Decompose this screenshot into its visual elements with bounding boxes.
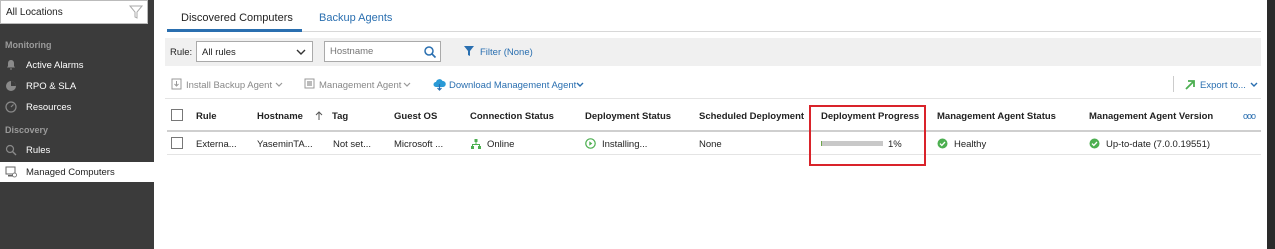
bell-icon (7, 60, 15, 70)
check-circle-icon (937, 138, 948, 149)
sidebar-item-label: Resources (26, 102, 72, 113)
column-header-rule[interactable]: Rule (196, 111, 217, 122)
cell-tag-link[interactable]: Not set... (333, 139, 371, 150)
install-backup-agent-label: Install Backup Agent (186, 80, 273, 91)
network-icon (471, 139, 481, 149)
filter-button[interactable]: Filter (None) (463, 44, 533, 61)
pie-chart-icon (6, 81, 16, 91)
play-circle-icon (585, 138, 596, 149)
chevron-down-icon (1250, 82, 1258, 87)
hostname-input[interactable] (330, 46, 420, 57)
sidebar-item-rpo-sla[interactable]: RPO & SLA (0, 76, 154, 96)
sidebar-item-rules[interactable]: Rules (0, 140, 154, 160)
column-chooser-icon[interactable]: ooo (1243, 111, 1256, 121)
column-header-connection-status[interactable]: Connection Status (470, 111, 554, 122)
window-edge (1267, 0, 1275, 249)
deployment-progress-highlight (809, 105, 926, 166)
column-header-management-agent-status[interactable]: Management Agent Status (937, 111, 1056, 122)
sort-ascending-icon[interactable] (315, 110, 323, 121)
chevron-down-icon (296, 49, 306, 55)
active-tab-indicator (167, 29, 302, 32)
column-header-management-agent-version[interactable]: Management Agent Version (1089, 111, 1213, 122)
filter-label: Filter (None) (480, 47, 533, 58)
chevron-down-icon (576, 82, 584, 87)
rule-label: Rule: (170, 47, 193, 58)
rules-icon (5, 144, 17, 156)
cell-connection-status: Online (487, 139, 515, 150)
download-management-agent-label: Download Management Agent (449, 80, 577, 91)
column-header-tag[interactable]: Tag (332, 111, 348, 122)
header-divider (167, 130, 1261, 132)
tab-discovered-computers[interactable]: Discovered Computers (181, 12, 293, 24)
rule-select[interactable]: All rules (196, 41, 313, 62)
section-discovery: Discovery (5, 125, 49, 135)
sidebar-item-label: Rules (26, 145, 51, 156)
tab-backup-agents[interactable]: Backup Agents (319, 12, 392, 24)
install-icon (171, 78, 182, 90)
export-arrow-icon (1185, 80, 1195, 90)
sidebar-item-label: RPO & SLA (26, 81, 77, 92)
cloud-download-icon (433, 79, 446, 91)
computer-icon (5, 166, 17, 178)
sidebar-item-resources[interactable]: Resources (0, 97, 154, 117)
column-header-deployment-status[interactable]: Deployment Status (585, 111, 671, 122)
sidebar-item-managed-computers[interactable]: Managed Computers (0, 162, 160, 182)
chevron-down-icon (275, 82, 283, 87)
gauge-icon (5, 101, 17, 113)
cell-management-agent-status: Healthy (954, 139, 987, 150)
cell-guest-os: Microsoft ... (394, 139, 444, 150)
hostname-search-field[interactable] (324, 41, 441, 62)
tab-divider (167, 31, 1261, 32)
funnel-icon[interactable] (129, 4, 143, 20)
sidebar: All Locations Monitoring Active Alarms R… (0, 0, 160, 249)
filter-icon (464, 46, 474, 56)
chevron-down-icon (403, 82, 411, 87)
cell-hostname: YaseminTA... (257, 139, 313, 150)
rule-select-value: All rules (202, 47, 236, 58)
search-icon[interactable] (423, 45, 437, 59)
sidebar-item-label: Active Alarms (26, 60, 84, 71)
cell-rule: Externa... (196, 139, 237, 150)
select-all-checkbox[interactable] (171, 109, 183, 121)
column-header-guest-os[interactable]: Guest OS (394, 111, 437, 122)
sidebar-item-active-alarms[interactable]: Active Alarms (0, 55, 154, 75)
column-header-scheduled-deployment[interactable]: Scheduled Deployment (699, 111, 804, 122)
row-divider (167, 154, 1261, 155)
column-header-hostname[interactable]: Hostname (257, 111, 303, 122)
row-checkbox[interactable] (171, 137, 183, 149)
toolbar-divider (165, 98, 1261, 99)
cell-scheduled-deployment: None (699, 139, 722, 150)
cell-deployment-status-link[interactable]: Installing... (602, 139, 647, 150)
toolbar-separator (1173, 76, 1174, 92)
check-circle-icon (1089, 138, 1100, 149)
sidebar-item-label: Managed Computers (26, 167, 115, 178)
location-selector[interactable]: All Locations (0, 0, 148, 24)
export-label: Export to... (1200, 80, 1246, 91)
cell-management-agent-version: Up-to-date (7.0.0.19551) (1106, 139, 1211, 150)
agent-icon (304, 78, 315, 89)
management-agent-label: Management Agent (319, 80, 402, 91)
location-label: All Locations (6, 7, 63, 18)
section-monitoring: Monitoring (5, 40, 52, 50)
